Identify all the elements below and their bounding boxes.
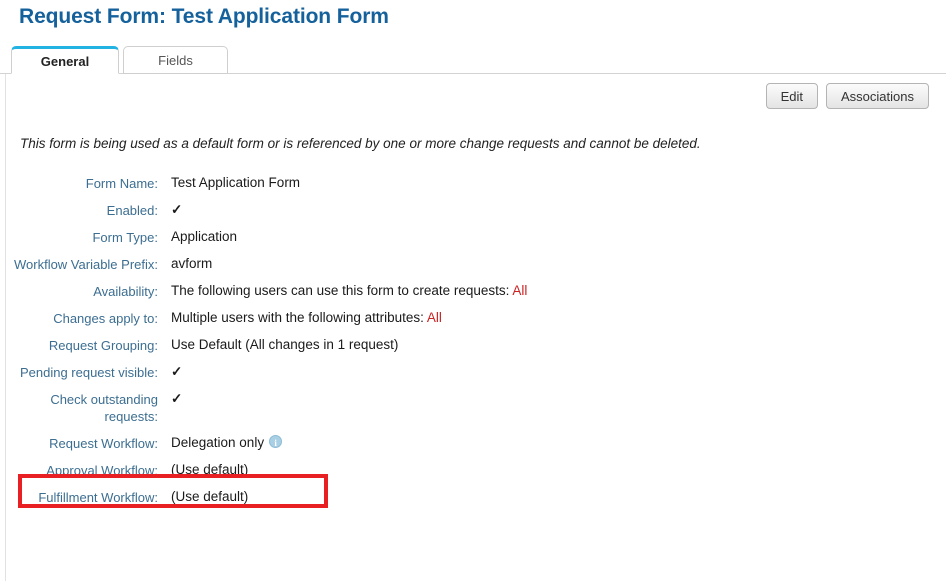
label-workflow-variable-prefix: Workflow Variable Prefix: <box>13 257 158 272</box>
detail-row-form-type: Form Type: Application <box>6 228 942 246</box>
action-button-row: Edit Associations <box>765 83 929 109</box>
detail-row-pending-request-visible: Pending request visible: ✓ <box>6 363 942 381</box>
checkmark-icon-check-outstanding-requests: ✓ <box>171 391 183 406</box>
value-request-grouping: Use Default (All changes in 1 request) <box>171 337 399 352</box>
detail-row-request-grouping: Request Grouping: Use Default (All chang… <box>6 336 942 354</box>
value-form-name: Test Application Form <box>171 175 301 190</box>
label-check-outstanding-requests: Check outstanding requests: <box>50 392 158 424</box>
edit-button[interactable]: Edit <box>765 83 819 109</box>
checkmark-icon-pending-request-visible: ✓ <box>171 364 183 379</box>
availability-text: The following users can use this form to… <box>171 283 513 298</box>
value-request-workflow: Delegation only <box>171 434 283 452</box>
detail-row-approval-workflow: Approval Workflow: (Use default) <box>6 461 942 479</box>
form-in-use-notice: This form is being used as a default for… <box>20 136 701 151</box>
detail-row-availability: Availability: The following users can us… <box>6 282 942 300</box>
value-changes-apply-to: Multiple users with the following attrib… <box>171 309 442 326</box>
label-form-name: Form Name: <box>85 176 158 191</box>
tab-strip: General Fields <box>0 45 946 74</box>
label-changes-apply-to: Changes apply to: <box>53 311 158 326</box>
value-availability: The following users can use this form to… <box>171 282 527 299</box>
value-form-type: Application <box>171 229 238 244</box>
label-availability: Availability: <box>93 284 158 299</box>
label-request-grouping: Request Grouping: <box>48 338 158 353</box>
changes-apply-to-all-link[interactable]: All <box>427 310 442 325</box>
detail-row-changes-apply-to: Changes apply to: Multiple users with th… <box>6 309 942 327</box>
info-icon[interactable] <box>269 435 283 452</box>
detail-row-workflow-variable-prefix: Workflow Variable Prefix: avform <box>6 255 942 273</box>
checkmark-icon-enabled: ✓ <box>171 202 183 217</box>
tab-general-label: General <box>40 53 90 69</box>
detail-row-request-workflow: Request Workflow: Delegation only <box>6 434 942 452</box>
detail-row-enabled: Enabled: ✓ <box>6 201 942 219</box>
general-tab-panel: Edit Associations This form is being use… <box>5 74 941 581</box>
detail-row-check-outstanding-requests: Check outstanding requests: ✓ <box>6 390 942 425</box>
value-approval-workflow: (Use default) <box>171 462 249 477</box>
value-fulfillment-workflow: (Use default) <box>171 489 249 504</box>
value-workflow-variable-prefix: avform <box>171 256 213 271</box>
tab-general[interactable]: General <box>11 46 119 74</box>
detail-row-form-name: Form Name: Test Application Form <box>6 174 942 192</box>
label-fulfillment-workflow: Fulfillment Workflow: <box>38 490 158 505</box>
availability-all-link[interactable]: All <box>512 283 527 298</box>
label-approval-workflow: Approval Workflow: <box>46 463 158 478</box>
detail-row-fulfillment-workflow: Fulfillment Workflow: (Use default) <box>6 488 942 506</box>
changes-apply-to-text: Multiple users with the following attrib… <box>171 310 427 325</box>
label-enabled: Enabled: <box>106 203 158 218</box>
associations-button[interactable]: Associations <box>826 83 929 109</box>
label-request-workflow: Request Workflow: <box>49 436 158 451</box>
label-pending-request-visible: Pending request visible: <box>19 365 158 380</box>
label-form-type: Form Type: <box>92 230 158 245</box>
tab-fields[interactable]: Fields <box>123 46 228 74</box>
form-details-list: Form Name: Test Application Form Enabled… <box>6 174 942 515</box>
tab-fields-label: Fields <box>158 52 193 68</box>
request-workflow-text: Delegation only <box>171 435 265 450</box>
page-title: Request Form: Test Application Form <box>19 5 389 28</box>
